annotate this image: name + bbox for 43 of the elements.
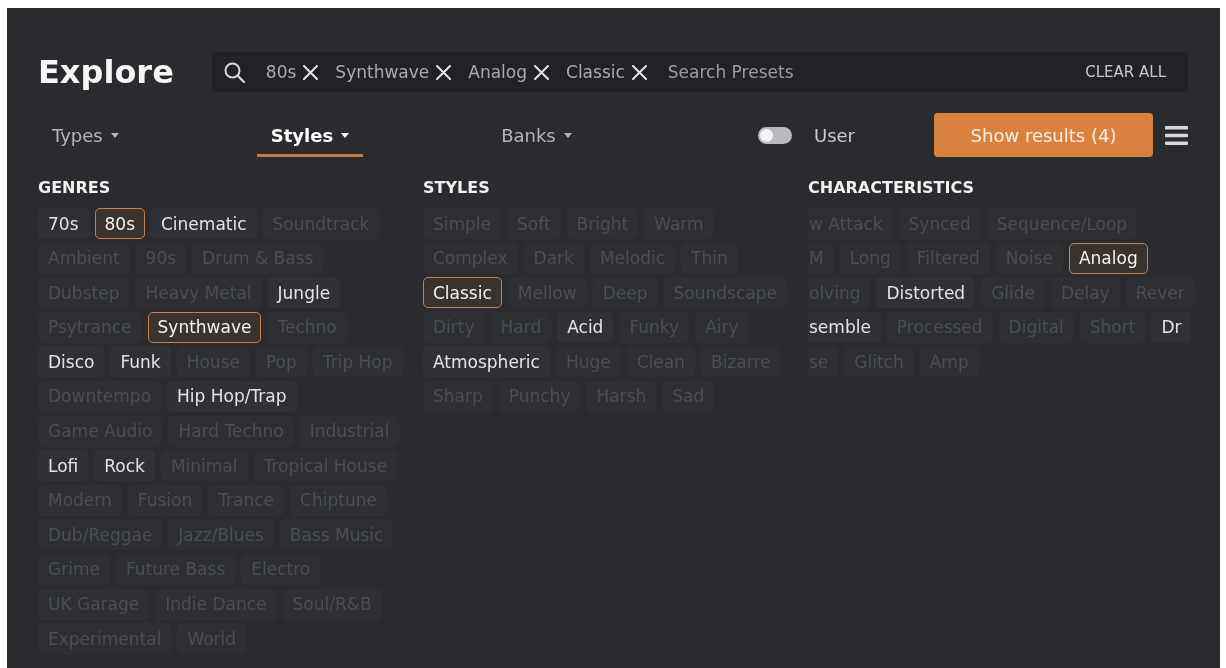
filter-tag[interactable]: Classic [423,277,502,309]
active-filter-tag[interactable]: 80s [265,62,319,82]
tab[interactable]: Banks [487,113,586,157]
filter-tag[interactable]: Funk [110,346,171,378]
show-results-button[interactable]: Show results (4) [934,113,1153,157]
filter-tag[interactable]: Rock [94,450,155,482]
filter-tag[interactable]: Cinematic [151,208,257,239]
filter-tag[interactable]: Atmospheric [423,346,550,378]
filter-tag[interactable]: Disco [38,346,105,378]
active-filter-tag[interactable]: Classic [566,62,647,82]
section-heading: CHARACTERISTICS [808,179,976,197]
close-icon[interactable] [303,64,319,80]
filter-tag[interactable]: 70s [38,208,89,239]
search-field[interactable]: Search Presets [667,59,1086,85]
filter-tag[interactable]: Lofi [38,450,89,482]
clear-all-button[interactable]: CLEAR ALL [1085,63,1166,81]
caret-icon [110,132,119,138]
toggle-label: User [813,124,855,146]
filter-tag[interactable]: Distorted [876,277,976,309]
close-icon[interactable] [631,64,647,80]
menu-icon[interactable] [1165,125,1188,145]
filter-tag[interactable]: Synthwave [147,311,262,343]
filter-tag[interactable]: 80s [94,208,145,239]
close-icon[interactable] [534,64,549,80]
section-heading: GENRES [38,179,112,197]
section-heading: STYLES [423,179,491,197]
active-filter-tag[interactable]: Synthwave [335,62,452,82]
page-title: Explore [38,52,174,92]
close-icon[interactable] [436,64,452,80]
tab[interactable]: Types [38,113,133,157]
search-bar[interactable]: 80s Synthwave Analog Classic Search Presets CLEAR ALL [211,52,1188,92]
search-icon [223,61,245,83]
filter-tag[interactable]: Acid [557,311,614,343]
caret-icon [563,132,572,138]
toggle-switch[interactable] [757,126,792,144]
filter-tag[interactable]: Jungle [267,277,341,309]
caret-icon [341,132,350,138]
filter-tag[interactable]: semble [808,311,881,343]
filter-tag[interactable]: Analog [1068,242,1148,274]
filter-tag[interactable]: Dr [1151,311,1192,343]
tab[interactable]: Styles [256,113,364,157]
active-filter-tag[interactable]: Analog [468,62,549,82]
filter-tag[interactable]: Hip Hop/Trap [167,380,297,412]
